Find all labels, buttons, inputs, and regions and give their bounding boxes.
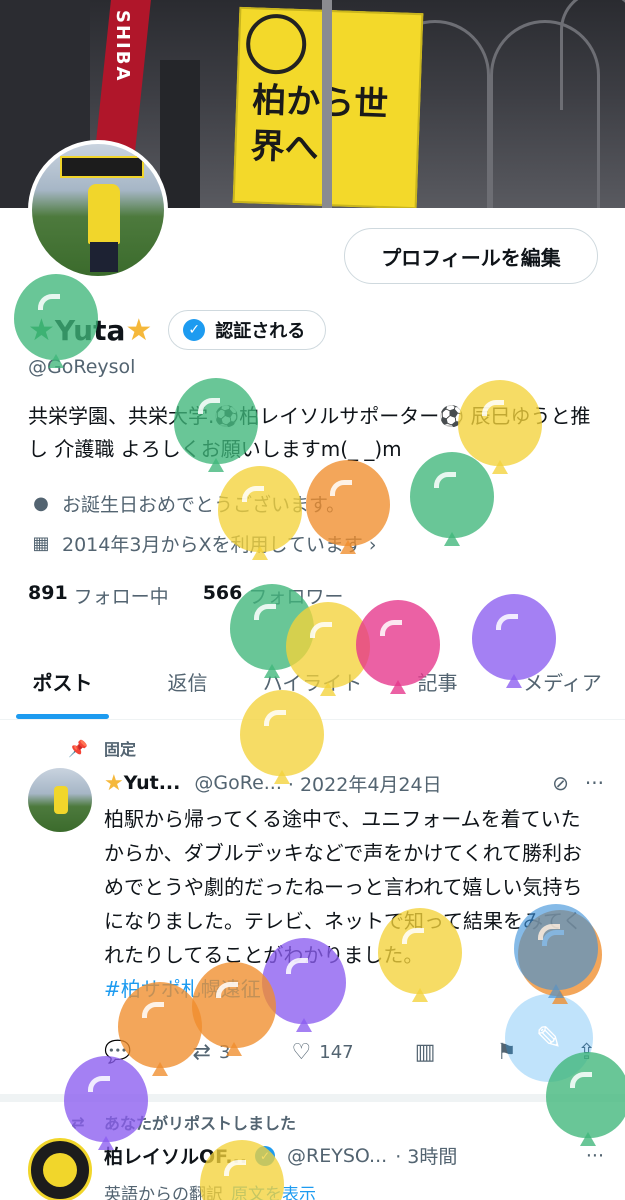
- verified-badge-icon: ✓: [183, 319, 206, 341]
- repost-count: 3: [218, 1042, 231, 1063]
- post-handle[interactable]: @REYSO...: [287, 1145, 387, 1167]
- followers-label[interactable]: フォロワー: [248, 582, 343, 609]
- compose-icon: ✎: [535, 1019, 563, 1057]
- get-verified-button[interactable]: ✓ 認証される: [168, 310, 327, 350]
- compose-button[interactable]: ✎: [505, 994, 593, 1082]
- post-header: 柏レイソルOF... ✓ @REYSO... · 3時間 ···: [104, 1142, 604, 1169]
- post-avatar[interactable]: [28, 1138, 92, 1200]
- display-name: ★ Yuta ★: [28, 313, 152, 348]
- profile-name-row: ★ Yuta ★ ✓ 認証される: [28, 308, 327, 352]
- pinned-indicator: 📌 固定: [66, 736, 136, 760]
- views-button[interactable]: ▥: [415, 1040, 436, 1065]
- tab-replies[interactable]: 返信: [125, 644, 250, 719]
- verified-badge-icon: ✓: [255, 1145, 275, 1166]
- post-author[interactable]: 柏レイソルOF...: [104, 1142, 247, 1169]
- follow-stats: 891 フォロー中 566 フォロワー: [28, 582, 377, 609]
- post-author[interactable]: Yut...: [124, 772, 181, 794]
- repost-indicator: ⇄ あなたがリポストしました: [66, 1110, 296, 1134]
- like-count: 147: [319, 1042, 354, 1063]
- post-date[interactable]: · 3時間: [395, 1142, 457, 1169]
- profile-tabs: ポスト 返信 ハイライト 記事 メディア: [0, 644, 625, 720]
- get-verified-label: 認証される: [215, 321, 306, 342]
- edit-profile-button[interactable]: プロフィールを編集: [344, 228, 598, 284]
- following-label[interactable]: フォロー中: [74, 582, 169, 609]
- balloon-decoration: [410, 452, 494, 548]
- tab-articles[interactable]: 記事: [375, 644, 500, 719]
- tab-posts[interactable]: ポスト: [0, 644, 125, 719]
- joined-text: 2014年3月からXを利用しています ›: [62, 534, 377, 556]
- post-text: 柏駅から帰ってくる途中で、ユニフォームを着ていたからか、ダブルデッキなどで声をか…: [104, 802, 600, 1006]
- birthday-text: お誕生日おめでとうございます。: [62, 494, 346, 516]
- joined-row[interactable]: ▦ 2014年3月からXを利用しています ›: [28, 530, 377, 557]
- tab-media[interactable]: メディア: [500, 644, 625, 719]
- translation-row: 英語からの翻訳 原文を表示: [104, 1180, 316, 1200]
- calendar-icon: ▦: [32, 533, 50, 554]
- star-icon: ★: [28, 312, 55, 348]
- post-text-content: 柏駅から帰ってくる途中で、ユニフォームを着ていたからか、ダブルデッキなどで声をか…: [104, 807, 583, 967]
- balloon-decoration: [64, 1056, 148, 1152]
- more-icon[interactable]: ···: [586, 1145, 604, 1167]
- following-count[interactable]: 891: [28, 582, 68, 609]
- profile-avatar[interactable]: [28, 140, 168, 280]
- more-icon[interactable]: ···: [585, 771, 604, 795]
- display-name-text: Yuta: [54, 313, 126, 347]
- balloon-icon: ●: [33, 493, 49, 514]
- birthday-row: ● お誕生日おめでとうございます。: [28, 490, 345, 517]
- flag-pole: [322, 0, 332, 208]
- stadium-sign-text: SHIBA: [112, 10, 133, 83]
- views-icon: ▥: [414, 1040, 436, 1065]
- star-icon: ★: [104, 770, 124, 796]
- pin-icon: 📌: [68, 738, 88, 758]
- reply-button[interactable]: 💬: [104, 1040, 131, 1065]
- tab-highlights[interactable]: ハイライト: [250, 644, 375, 719]
- repost-icon: ⇄: [192, 1040, 211, 1065]
- heart-icon: ♡: [291, 1040, 312, 1065]
- repost-button[interactable]: ⇄ 3: [193, 1040, 231, 1065]
- post-header: ★ Yut... @GoRe... · 2022年4月24日 ⊘ ···: [104, 768, 604, 798]
- post-hashtag[interactable]: #柏サポ札幌遠征: [104, 977, 261, 1001]
- profile-handle: @GoReysol: [28, 356, 136, 378]
- show-original-link[interactable]: 原文を表示: [231, 1180, 316, 1200]
- translate-label: 英語からの翻訳: [104, 1185, 223, 1200]
- star-icon: ★: [125, 312, 153, 348]
- post-divider: [0, 1094, 625, 1102]
- post-date[interactable]: · 2022年4月24日: [288, 770, 442, 797]
- followers-count[interactable]: 566: [203, 582, 243, 609]
- repost-label: あなたがリポストしました: [104, 1114, 297, 1133]
- repost-icon: ⇄: [71, 1112, 85, 1132]
- grok-icon[interactable]: ⊘: [552, 771, 569, 795]
- profile-bio: 共栄学園、共栄大学.⚽柏レイソルサポーター⚽ 辰巳ゆうと推し 介護職 よろしくお…: [28, 404, 591, 461]
- post-avatar[interactable]: [28, 768, 92, 832]
- reply-icon: 💬: [104, 1040, 132, 1065]
- post-handle[interactable]: @GoRe...: [194, 772, 282, 794]
- like-button[interactable]: ♡ 147: [292, 1040, 354, 1065]
- pinned-label: 固定: [104, 740, 137, 759]
